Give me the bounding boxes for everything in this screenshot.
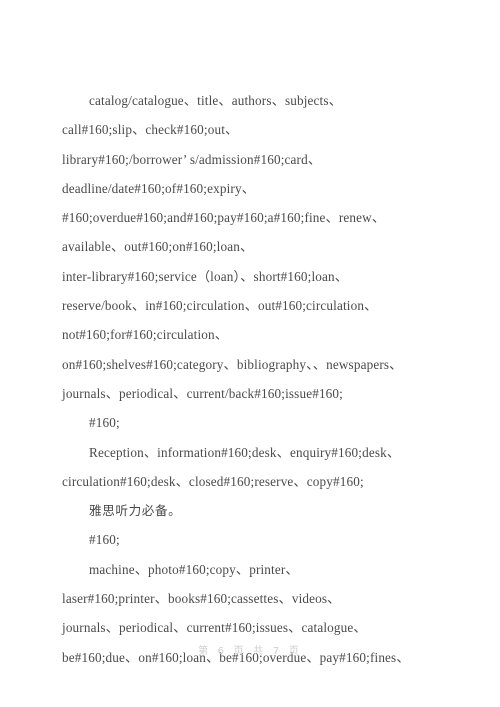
paragraph-library-catalog-terms: catalog/catalogue、title、authors、subjects… [62, 93, 403, 401]
paragraph-reception-desk-terms: Reception、information#160;desk、enquiry#1… [62, 444, 401, 489]
paragraph-spacer-entity-2: #160; [89, 532, 120, 548]
page-footer: 第 6 页 共 7 页 [0, 641, 500, 659]
paragraph-chinese-note: 雅思听力必备。 [89, 503, 182, 519]
page-number-indicator: 第 6 页 共 7 页 [198, 646, 302, 657]
document-body: catalog/catalogue、title、authors、subjects… [62, 86, 448, 672]
document-page: catalog/catalogue、title、authors、subjects… [0, 0, 500, 707]
paragraph-spacer-entity-1: #160; [89, 415, 120, 431]
